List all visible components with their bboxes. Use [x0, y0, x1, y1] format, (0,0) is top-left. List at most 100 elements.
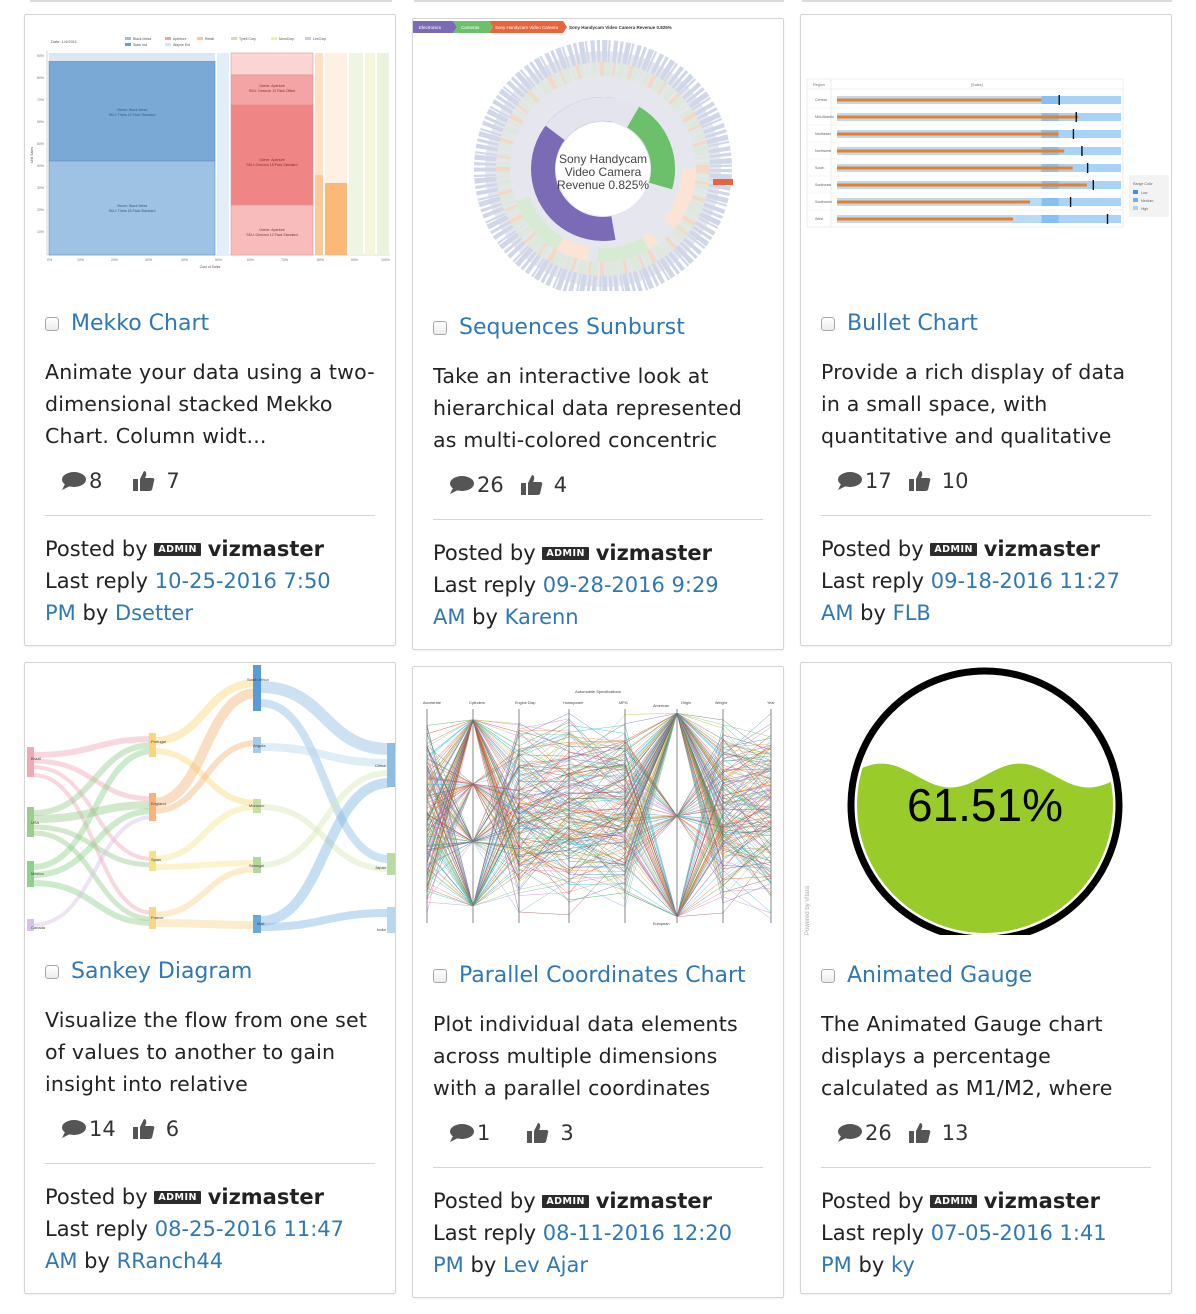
admin-badge: ADMIN	[154, 1191, 201, 1204]
thumbs-up-icon[interactable]	[526, 1122, 550, 1144]
svg-text:LexCorp: LexCorp	[313, 37, 326, 41]
svg-text:Japan: Japan	[375, 865, 386, 870]
select-checkbox[interactable]	[433, 968, 447, 983]
reply-user-link[interactable]: Dsetter	[115, 601, 193, 625]
like-count: 6	[165, 1117, 180, 1141]
last-reply-time-link[interactable]: AM	[433, 605, 465, 629]
last-reply-time-link[interactable]: PM	[45, 601, 76, 625]
svg-text:Black Mesa: Black Mesa	[133, 37, 151, 41]
svg-text:10%: 10%	[37, 230, 44, 234]
thumbs-up-icon[interactable]	[908, 470, 932, 492]
reply-user-link[interactable]: FLB	[893, 601, 931, 625]
svg-text:Brazil: Brazil	[31, 756, 41, 761]
card-title-row: Parallel Coordinates Chart	[433, 963, 746, 988]
last-reply-date-link[interactable]: 09-28-2016 9:29	[543, 573, 719, 597]
svg-text:India: India	[377, 927, 386, 932]
thumbnail-bullet-chart[interactable]: Region [Sales] Central Mid-Atlantic Northe…	[801, 15, 1171, 287]
card-title-link[interactable]: Animated Gauge	[847, 963, 1032, 988]
last-reply-time-link[interactable]: AM	[45, 1249, 77, 1273]
thumbnail-animated-gauge[interactable]: 61.51% Powered by Vitara	[801, 663, 1171, 935]
by-label: by	[84, 1249, 110, 1273]
card-title-link[interactable]: Bullet Chart	[847, 311, 978, 336]
svg-text:Automobile Specifications: Automobile Specifications	[575, 689, 621, 694]
last-reply-date-link[interactable]: 10-25-2016 7:50	[155, 569, 331, 593]
card-sequences-sunburst: Electronics Cameras Sony Handycam Video …	[412, 18, 784, 650]
card-description: Plot individual data elements across mul…	[433, 1012, 738, 1100]
card-title-link[interactable]: Sequences Sunburst	[459, 315, 685, 340]
last-reply-date-link[interactable]: 07-05-2016 1:41	[931, 1221, 1107, 1245]
bullet-row-label: South	[815, 166, 824, 170]
last-reply-time-link[interactable]: AM	[821, 601, 853, 625]
post-meta: Posted by ADMIN vizmaster Last reply 10-…	[45, 533, 385, 629]
svg-text:70%: 70%	[37, 98, 44, 102]
card-title-link[interactable]: Mekko Chart	[71, 311, 209, 336]
select-checkbox[interactable]	[45, 316, 59, 331]
svg-text:Canada: Canada	[31, 925, 46, 930]
select-checkbox[interactable]	[433, 320, 447, 335]
svg-text:Tyrell Corp: Tyrell Corp	[239, 37, 256, 41]
thumbs-up-icon[interactable]	[908, 1122, 932, 1144]
thumbnail-parallel-coordinates-chart[interactable]: Automobile Specifications Accelerate Cyl…	[413, 667, 783, 939]
last-reply-date-link[interactable]: 08-11-2016 12:20	[543, 1221, 732, 1245]
card-stats: 8 7	[61, 469, 180, 493]
svg-text:Angola: Angola	[253, 743, 266, 748]
gauge-preview: 61.51% Powered by Vitara	[805, 667, 1123, 935]
svg-text:Accelerate: Accelerate	[423, 701, 441, 705]
card-stats: 17 10	[837, 469, 968, 493]
svg-text:70%: 70%	[281, 258, 288, 262]
card-mekko-chart: Date: 1/4/2011 Black Mesa Aperture Retai…	[24, 14, 396, 646]
svg-text:High: High	[1141, 207, 1148, 211]
author-name: vizmaster	[983, 1189, 1100, 1213]
svg-text:Stark Ind: Stark Ind	[133, 43, 147, 47]
admin-badge: ADMIN	[542, 547, 589, 560]
last-reply-date-link[interactable]: 09-18-2016 11:27	[931, 569, 1120, 593]
last-reply-label: Last reply	[433, 573, 537, 597]
posted-by-label: Posted by	[433, 1189, 536, 1213]
by-label: by	[860, 601, 886, 625]
bullet-bar	[837, 183, 1087, 187]
reply-user-link[interactable]: Lev Ajar	[503, 1253, 588, 1277]
card-description: Visualize the flow from one set of value…	[45, 1008, 368, 1096]
admin-badge: ADMIN	[930, 1195, 977, 1208]
thumbnail-sankey-diagram[interactable]: Brazil USA Mexico Canada Portugal Englan…	[25, 663, 395, 935]
select-checkbox[interactable]	[821, 316, 835, 331]
bullet-row-label: West	[815, 217, 823, 221]
posted-by-label: Posted by	[45, 1185, 148, 1209]
thumbnail-mekko-chart[interactable]: Date: 1/4/2011 Black Mesa Aperture Retai…	[25, 15, 395, 287]
bullet-target-marker	[1058, 95, 1060, 105]
reply-user-link[interactable]: ky	[891, 1253, 915, 1277]
svg-text:0%: 0%	[47, 258, 52, 262]
posted-by-label: Posted by	[821, 537, 924, 561]
svg-text:South Africa: South Africa	[247, 677, 269, 682]
svg-text:90%: 90%	[351, 258, 358, 262]
admin-badge: ADMIN	[930, 543, 977, 556]
card-title-row: Mekko Chart	[45, 311, 209, 336]
card-title-link[interactable]: Sankey Diagram	[71, 959, 252, 984]
svg-text:30%: 30%	[37, 186, 44, 190]
svg-text:England: England	[151, 801, 166, 806]
svg-text:Unit Sales: Unit Sales	[30, 147, 34, 163]
svg-text:Sony Handycam: Sony Handycam	[559, 152, 647, 166]
reply-user-link[interactable]: Karenn	[505, 605, 579, 629]
thumbs-up-icon[interactable]	[132, 1118, 156, 1140]
comment-icon	[838, 472, 862, 490]
thumbs-up-icon[interactable]	[132, 470, 156, 492]
svg-text:Medium: Medium	[1141, 199, 1154, 203]
thumbnail-sequences-sunburst[interactable]: Electronics Cameras Sony Handycam Video …	[413, 19, 783, 291]
select-checkbox[interactable]	[45, 964, 59, 979]
last-reply-time-link[interactable]: PM	[821, 1253, 852, 1277]
select-checkbox[interactable]	[821, 968, 835, 983]
last-reply-time-link[interactable]: PM	[433, 1253, 464, 1277]
thumbs-up-icon[interactable]	[520, 474, 544, 496]
bullet-bar	[837, 166, 1073, 170]
svg-text:Portugal: Portugal	[151, 739, 166, 744]
svg-text:France: France	[151, 915, 164, 920]
last-reply-date-link[interactable]: 08-25-2016 11:47	[155, 1217, 344, 1241]
svg-text:Region: Region	[813, 83, 825, 87]
svg-text:SKU: Omicron 12 Pack Offset: SKU: Omicron 12 Pack Offset	[249, 89, 295, 93]
reply-user-link[interactable]: RRanch44	[117, 1249, 223, 1273]
like-count: 7	[166, 469, 180, 493]
svg-text:Sony Handycam Video Camera: Sony Handycam Video Camera	[495, 25, 558, 30]
svg-text:20%: 20%	[37, 208, 44, 212]
card-title-link[interactable]: Parallel Coordinates Chart	[459, 963, 746, 988]
